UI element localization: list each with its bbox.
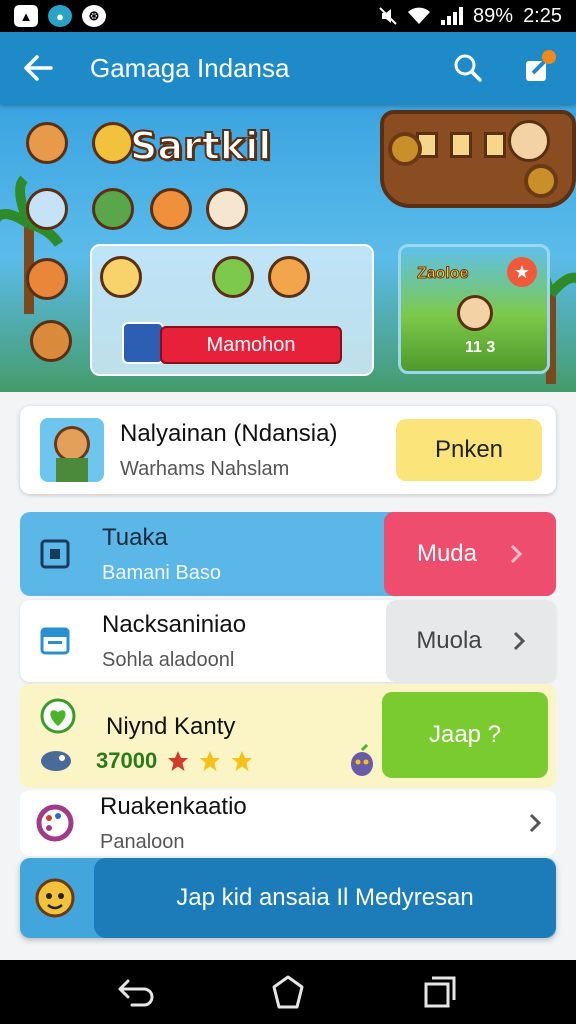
list-item[interactable]: Nalyainan (Ndansia) Warhams Nahslam Pnke… [20, 406, 556, 494]
badge-thumbnail [122, 322, 164, 364]
character-avatar [212, 256, 254, 298]
game-avatar [40, 418, 104, 482]
notification-dot [542, 50, 556, 64]
cta-button[interactable]: Jap kid ansaia Il Medyresan [94, 858, 556, 938]
signal-icon [441, 7, 464, 25]
recents-icon [424, 976, 456, 1008]
app-bar: Gamaga Indansa [0, 32, 576, 104]
palette-icon [36, 804, 74, 842]
list-item-title: Nalyainan (Ndansia) [120, 419, 338, 447]
nav-recents-button[interactable] [416, 968, 464, 1016]
cta-bar[interactable]: Jap kid ansaia Il Medyresan [20, 858, 556, 938]
list-item-title: Ruakenkaatio [100, 792, 247, 820]
creature-icon [351, 744, 374, 776]
list-item[interactable]: Tuaka Bamani Baso Muda [20, 512, 556, 596]
chevron-right-icon [510, 544, 523, 564]
chevron-right-icon[interactable] [528, 812, 542, 834]
list-item-title: Niynd Kanty [106, 713, 236, 740]
list-item[interactable]: Ruakenkaatio Panaloon [20, 790, 556, 856]
muola-button[interactable]: Muola [386, 600, 556, 682]
gallery-notification-icon: ▲ [14, 5, 38, 27]
game-preview-card[interactable]: Zaoloe ★ 11 3 [398, 244, 550, 374]
character-avatar [30, 320, 72, 362]
page-title: Gamaga Indansa [90, 52, 290, 83]
character-avatar [268, 256, 310, 298]
character-avatar [92, 122, 134, 164]
list-item-subtitle: Sohla aladoonl [102, 648, 235, 671]
home-icon [272, 975, 304, 1009]
star-icon [200, 751, 221, 771]
star-icon [232, 751, 253, 771]
nav-back-button[interactable] [112, 968, 160, 1016]
clock: 2:25 [523, 4, 562, 27]
list-item-subtitle: Panaloon [100, 830, 185, 853]
game-card-title: Zaoloe [417, 265, 470, 283]
system-nav-bar [0, 960, 576, 1024]
window-icon [40, 627, 70, 655]
character-avatar [457, 295, 493, 331]
list-item-title: Tuaka [102, 523, 168, 551]
button-label: Muda [416, 540, 478, 567]
heart-leaf-icon [40, 698, 76, 734]
battery-level: 89% [473, 4, 514, 27]
character-icon [35, 878, 75, 918]
muda-button[interactable]: Muda [384, 512, 556, 596]
ship-illustration [380, 110, 576, 208]
character-avatar [26, 258, 68, 300]
button-label: Muola [416, 627, 482, 654]
back-button[interactable] [18, 48, 58, 88]
list-item-subtitle: Warhams Nahslam [120, 457, 290, 480]
list-item-subtitle: Bamani Baso [102, 561, 221, 584]
character-avatar [26, 188, 68, 230]
app-notification-icon: ● [48, 5, 72, 27]
jaap-button[interactable]: Jaap ? [382, 692, 548, 778]
status-bar: ▲ ● ⊛ 89% 2:25 [0, 0, 576, 32]
square-icon [40, 539, 70, 569]
character-avatar [206, 188, 248, 230]
list-item-title: Nacksaniniao [102, 610, 247, 638]
score-value: 37000 [96, 748, 158, 773]
character-avatar [150, 188, 192, 230]
featured-badge[interactable]: Mamohon [160, 326, 342, 364]
list-item[interactable]: Niynd Kanty 37000 Jaap ? [20, 684, 556, 788]
brand-logo: Sartkil [129, 123, 272, 169]
wifi-icon [408, 7, 431, 24]
game-card-score: 11 3 [465, 339, 496, 356]
star-icon: ★ [507, 257, 537, 287]
message-notification-icon: ⊛ [82, 5, 106, 27]
list-item[interactable]: Nacksaniniao Sohla aladoonl Muola [20, 600, 556, 682]
back-icon [118, 979, 154, 1007]
character-avatar [508, 120, 550, 162]
character-avatar [100, 256, 142, 298]
share-button[interactable] [518, 48, 558, 88]
search-button[interactable] [448, 48, 488, 88]
mute-icon [379, 7, 397, 25]
nav-home-button[interactable] [264, 968, 312, 1016]
character-avatar [26, 122, 68, 164]
fish-icon [41, 751, 71, 771]
chevron-right-icon [513, 631, 525, 651]
star-icon [168, 751, 189, 771]
character-avatar [92, 188, 134, 230]
primary-action-button[interactable]: Pnken [396, 419, 542, 481]
back-arrow-icon [24, 55, 53, 81]
search-icon [454, 54, 482, 82]
